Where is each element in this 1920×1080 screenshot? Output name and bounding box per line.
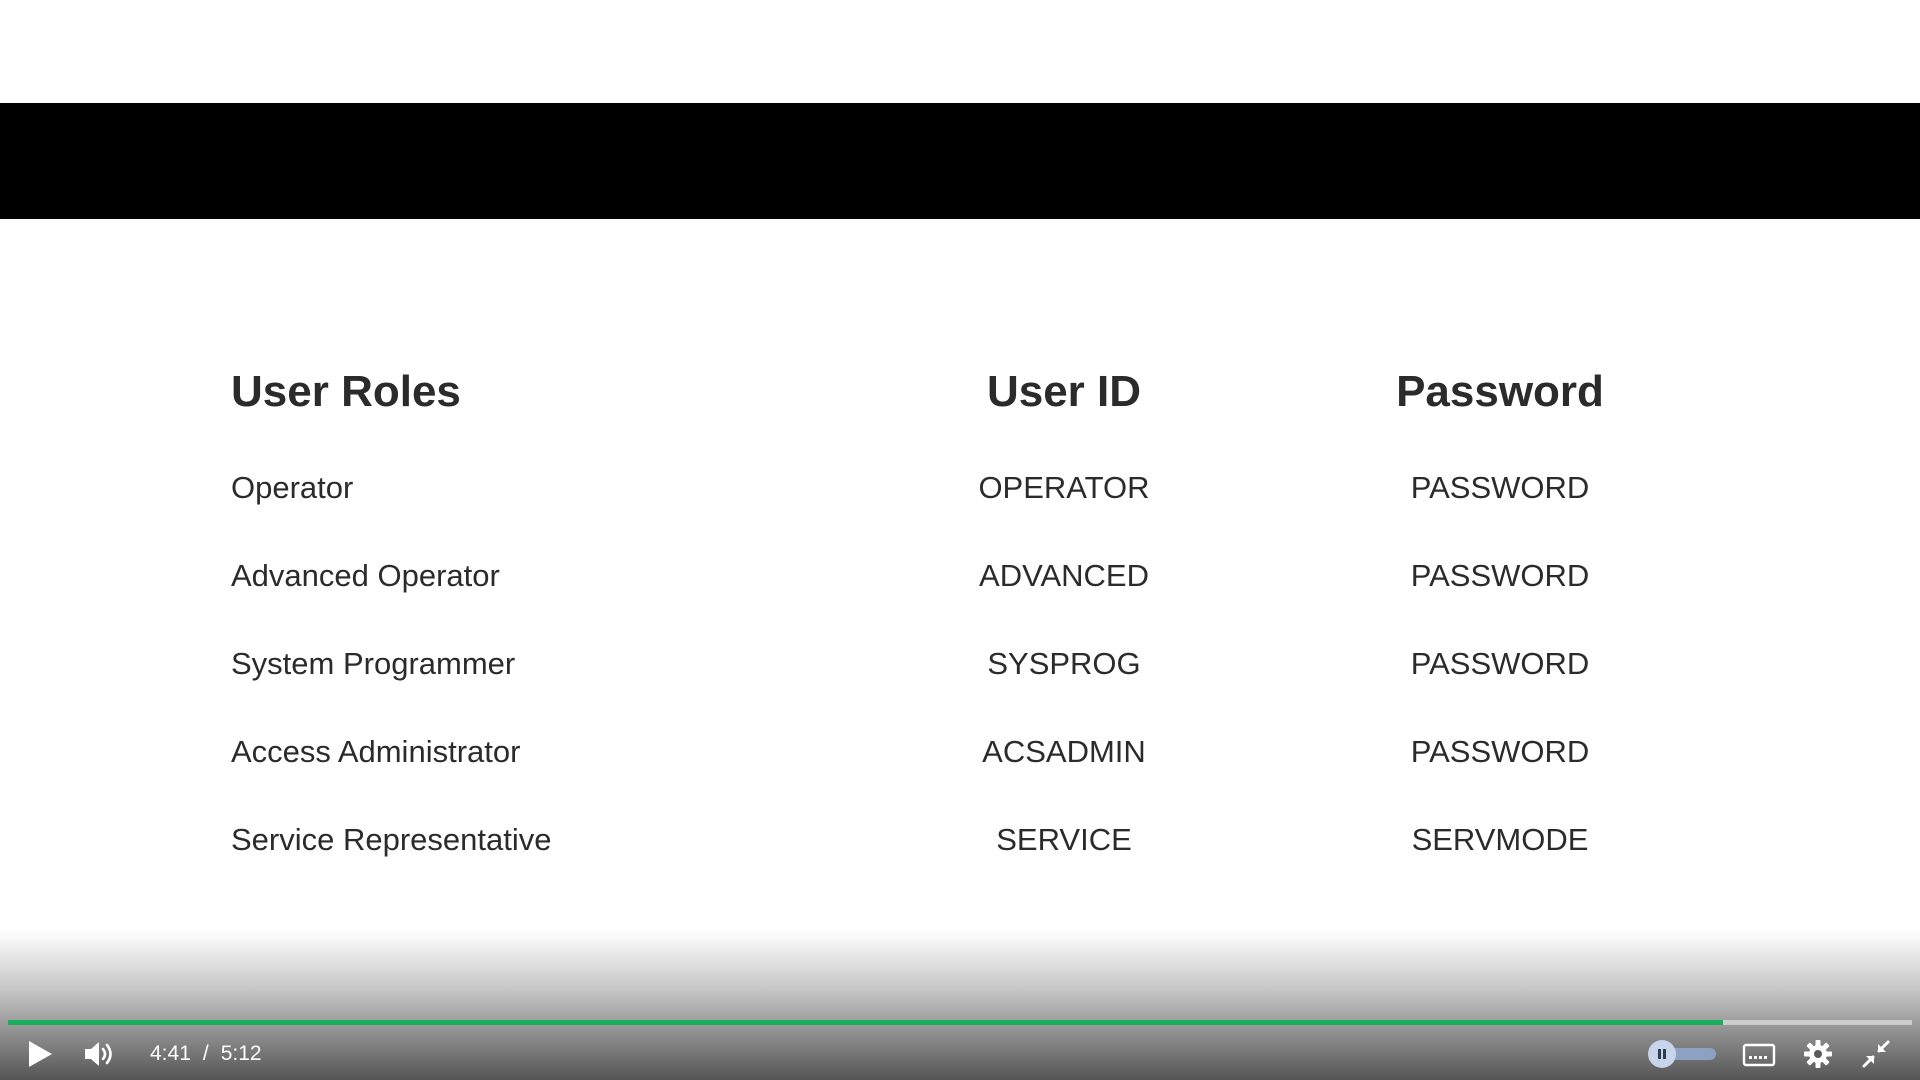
- row-user-id: OPERATOR: [978, 470, 1150, 505]
- row-user-id: SERVICE: [996, 822, 1132, 857]
- progress-bar[interactable]: [8, 1020, 1912, 1025]
- autoplay-toggle[interactable]: [1648, 1040, 1716, 1068]
- row-user-id: SYSPROG: [987, 646, 1141, 681]
- row-password: PASSWORD: [1410, 470, 1590, 505]
- row-role: Operator: [231, 470, 354, 505]
- row-password: SERVMODE: [1411, 822, 1589, 857]
- row-role: Advanced Operator: [231, 558, 500, 593]
- settings-button[interactable]: [1800, 1036, 1836, 1072]
- video-player[interactable]: User Roles User ID Password Operator OPE…: [0, 0, 1920, 1080]
- time-separator: /: [202, 1042, 209, 1065]
- header-password: Password: [1396, 367, 1604, 416]
- row-password: PASSWORD: [1410, 734, 1590, 769]
- toggle-knob: [1648, 1040, 1676, 1068]
- play-button[interactable]: [20, 1036, 60, 1072]
- gear-icon: [1804, 1040, 1832, 1068]
- row-user-id: ADVANCED: [979, 558, 1149, 593]
- row-role: Access Administrator: [231, 734, 521, 769]
- credentials-table: User Roles User ID Password Operator OPE…: [0, 0, 1920, 1080]
- exit-fullscreen-icon: [1862, 1040, 1890, 1068]
- time-display: 4:41 / 5:12: [150, 1040, 262, 1068]
- progress-played: [8, 1020, 1723, 1025]
- volume-button[interactable]: [78, 1036, 122, 1072]
- header-user-id: User ID: [986, 367, 1142, 416]
- pause-toggle-icon: [1658, 1049, 1666, 1059]
- captions-icon: [1742, 1043, 1776, 1067]
- captions-button[interactable]: [1740, 1038, 1778, 1072]
- play-icon: [29, 1041, 52, 1067]
- current-time: 4:41: [150, 1042, 191, 1065]
- row-role: System Programmer: [231, 646, 516, 681]
- row-password: PASSWORD: [1410, 558, 1590, 593]
- row-user-id: ACSADMIN: [982, 734, 1146, 769]
- duration: 5:12: [220, 1042, 262, 1065]
- volume-icon: [85, 1042, 112, 1066]
- row-role: Service Representative: [231, 822, 552, 857]
- exit-fullscreen-button[interactable]: [1858, 1036, 1894, 1072]
- header-user-roles: User Roles: [231, 367, 461, 416]
- controls-bar-background: [0, 930, 1920, 1080]
- row-password: PASSWORD: [1410, 646, 1590, 681]
